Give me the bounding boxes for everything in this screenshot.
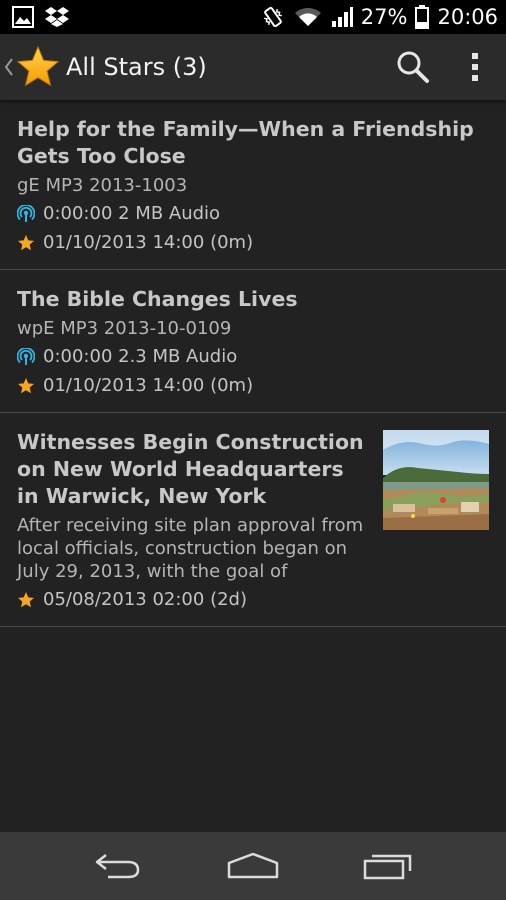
star-icon: [18, 377, 34, 393]
item-date: 01/10/2013 14:00 (0m): [43, 232, 254, 253]
article-thumbnail: [383, 430, 489, 530]
battery-icon: [415, 5, 430, 29]
page-title: All Stars (3): [66, 53, 207, 81]
list-item[interactable]: The Bible Changes Lives wpE MP3 2013-10-…: [0, 270, 506, 413]
home-button[interactable]: [208, 832, 298, 900]
list-item[interactable]: Witnesses Begin Construction on New Worl…: [0, 413, 506, 627]
gallery-icon: [12, 6, 34, 28]
search-icon: [397, 51, 429, 83]
item-subtitle: gE MP3 2013-1003: [17, 175, 188, 196]
battery-percent: 27%: [360, 5, 408, 29]
podcast-icon: [17, 347, 35, 365]
back-button[interactable]: [73, 832, 163, 900]
wifi-icon: [294, 7, 321, 26]
recents-button[interactable]: [343, 832, 433, 900]
vibrate-icon: [263, 6, 282, 28]
item-media-info: 0:00:00 2.3 MB Audio: [43, 346, 238, 367]
dropbox-icon: [45, 7, 69, 27]
item-media-info: 0:00:00 2 MB Audio: [43, 203, 221, 224]
clock: 20:06: [437, 5, 498, 29]
action-bar: All Stars (3): [0, 34, 506, 100]
item-date: 05/08/2013 02:00 (2d): [43, 589, 247, 610]
star-icon: [18, 591, 34, 607]
overflow-menu-icon: [472, 53, 478, 81]
item-description: After receiving site plan approval from …: [17, 515, 364, 582]
status-bar: 27% 20:06: [0, 0, 506, 34]
item-title: Witnesses Begin Construction on New Worl…: [17, 430, 364, 508]
podcast-icon: [17, 204, 35, 222]
navigation-bar: [0, 832, 506, 900]
search-button[interactable]: [382, 34, 444, 100]
back-caret-icon: [4, 58, 13, 76]
home-icon: [227, 852, 279, 879]
recents-icon: [364, 854, 412, 880]
item-subtitle: wpE MP3 2013-10-0109: [17, 318, 232, 339]
overflow-menu-button[interactable]: [444, 34, 506, 100]
item-date: 01/10/2013 14:00 (0m): [43, 375, 254, 396]
item-title: Help for the Family—When a Friendship Ge…: [17, 117, 474, 168]
back-icon: [95, 854, 139, 879]
starred-list: Help for the Family—When a Friendship Ge…: [0, 100, 506, 627]
star-icon: [18, 234, 34, 250]
item-title: The Bible Changes Lives: [17, 287, 298, 311]
up-button[interactable]: All Stars (3): [0, 34, 207, 100]
signal-icon: [331, 7, 353, 27]
list-item[interactable]: Help for the Family—When a Friendship Ge…: [0, 100, 506, 270]
screen: 27% 20:06 All Stars (3) Help for the Fam…: [0, 0, 506, 900]
star-icon: [16, 45, 60, 87]
